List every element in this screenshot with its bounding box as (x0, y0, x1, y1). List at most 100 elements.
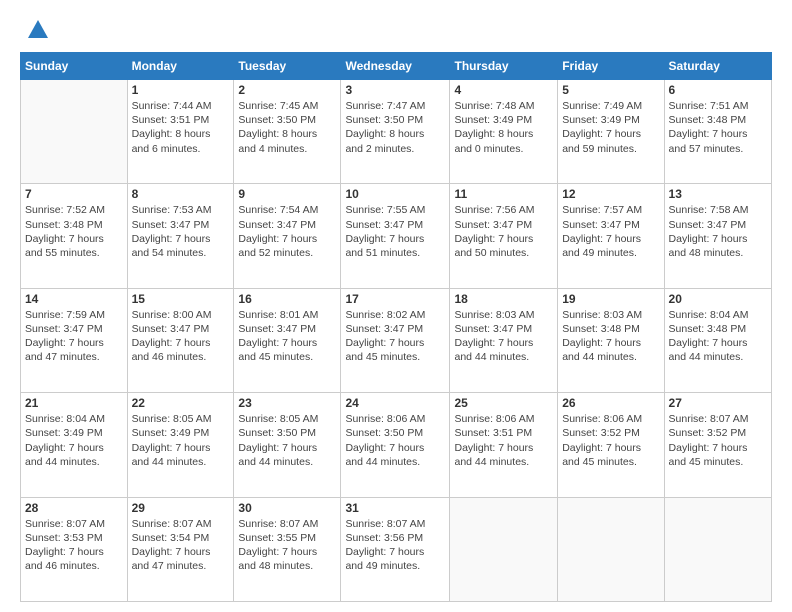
day-number: 19 (562, 292, 659, 306)
calendar-week-4: 21 Sunrise: 8:04 AM Sunset: 3:49 PM Dayli… (21, 393, 772, 497)
calendar-cell: 4Sunrise: 7:48 AM Sunset: 3:49 PM Daylig… (450, 80, 558, 184)
calendar-cell: 3 Sunrise: 7:47 AM Sunset: 3:50 PM Daylig… (341, 80, 450, 184)
day-number: 14 (25, 292, 123, 306)
calendar-cell: 31 Sunrise: 8:07 AM Sunset: 3:56 PM Dayli… (341, 497, 450, 601)
day-info: Sunrise: 8:07 AM Sunset: 3:55 PM Dayligh… (238, 517, 336, 574)
page: SundayMondayTuesdayWednesdayThursdayFrid… (0, 0, 792, 612)
day-number: 29 (132, 501, 230, 515)
calendar-cell: 28Sunrise: 8:07 AM Sunset: 3:53 PM Dayli… (21, 497, 128, 601)
calendar-cell: 20Sunrise: 8:04 AM Sunset: 3:48 PM Dayli… (664, 288, 771, 392)
day-number: 16 (238, 292, 336, 306)
day-info: Sunrise: 8:04 AM Sunset: 3:48 PM Dayligh… (669, 308, 767, 365)
day-info: Sunrise: 8:01 AM Sunset: 3:47 PM Dayligh… (238, 308, 336, 365)
column-header-saturday: Saturday (664, 53, 771, 80)
day-number: 2 (238, 83, 336, 97)
calendar-cell: 6 Sunrise: 7:51 AM Sunset: 3:48 PM Daylig… (664, 80, 771, 184)
day-number: 22 (132, 396, 230, 410)
calendar-cell (558, 497, 664, 601)
calendar-cell: 17Sunrise: 8:02 AM Sunset: 3:47 PM Dayli… (341, 288, 450, 392)
day-info: Sunrise: 7:55 AM Sunset: 3:47 PM Dayligh… (345, 203, 445, 260)
calendar-cell: 14 Sunrise: 7:59 AM Sunset: 3:47 PM Dayli… (21, 288, 128, 392)
calendar-week-1: 1 Sunrise: 7:44 AM Sunset: 3:51 PM Daylig… (21, 80, 772, 184)
day-info: Sunrise: 8:05 AM Sunset: 3:50 PM Dayligh… (238, 412, 336, 469)
calendar-cell (21, 80, 128, 184)
day-number: 25 (454, 396, 553, 410)
logo (20, 16, 52, 44)
day-info: Sunrise: 7:52 AM Sunset: 3:48 PM Dayligh… (25, 203, 123, 260)
day-number: 28 (25, 501, 123, 515)
day-number: 9 (238, 187, 336, 201)
header (20, 16, 772, 44)
day-number: 11 (454, 187, 553, 201)
column-header-friday: Friday (558, 53, 664, 80)
day-number: 10 (345, 187, 445, 201)
day-number: 7 (25, 187, 123, 201)
day-number: 8 (132, 187, 230, 201)
day-number: 5 (562, 83, 659, 97)
day-info: Sunrise: 7:59 AM Sunset: 3:47 PM Dayligh… (25, 308, 123, 365)
day-number: 30 (238, 501, 336, 515)
day-info: Sunrise: 8:03 AM Sunset: 3:47 PM Dayligh… (454, 308, 553, 365)
day-info: Sunrise: 7:49 AM Sunset: 3:49 PM Dayligh… (562, 99, 659, 156)
calendar-cell: 30 Sunrise: 8:07 AM Sunset: 3:55 PM Dayli… (234, 497, 341, 601)
day-info: Sunrise: 7:54 AM Sunset: 3:47 PM Dayligh… (238, 203, 336, 260)
calendar-cell: 13Sunrise: 7:58 AM Sunset: 3:47 PM Dayli… (664, 184, 771, 288)
column-header-monday: Monday (127, 53, 234, 80)
day-number: 27 (669, 396, 767, 410)
calendar-cell: 29 Sunrise: 8:07 AM Sunset: 3:54 PM Dayli… (127, 497, 234, 601)
calendar-cell: 7 Sunrise: 7:52 AM Sunset: 3:48 PM Daylig… (21, 184, 128, 288)
day-number: 24 (345, 396, 445, 410)
day-info: Sunrise: 7:53 AM Sunset: 3:47 PM Dayligh… (132, 203, 230, 260)
column-header-tuesday: Tuesday (234, 53, 341, 80)
column-header-sunday: Sunday (21, 53, 128, 80)
calendar-cell: 5 Sunrise: 7:49 AM Sunset: 3:49 PM Daylig… (558, 80, 664, 184)
day-number: 26 (562, 396, 659, 410)
calendar-cell: 24Sunrise: 8:06 AM Sunset: 3:50 PM Dayli… (341, 393, 450, 497)
day-info: Sunrise: 8:07 AM Sunset: 3:54 PM Dayligh… (132, 517, 230, 574)
day-info: Sunrise: 8:07 AM Sunset: 3:56 PM Dayligh… (345, 517, 445, 574)
day-info: Sunrise: 7:51 AM Sunset: 3:48 PM Dayligh… (669, 99, 767, 156)
calendar-cell: 10 Sunrise: 7:55 AM Sunset: 3:47 PM Dayli… (341, 184, 450, 288)
logo-icon (24, 16, 52, 44)
calendar-cell: 15Sunrise: 8:00 AM Sunset: 3:47 PM Dayli… (127, 288, 234, 392)
day-number: 18 (454, 292, 553, 306)
day-info: Sunrise: 8:04 AM Sunset: 3:49 PM Dayligh… (25, 412, 123, 469)
calendar-cell: 21 Sunrise: 8:04 AM Sunset: 3:49 PM Dayli… (21, 393, 128, 497)
column-header-thursday: Thursday (450, 53, 558, 80)
day-info: Sunrise: 8:07 AM Sunset: 3:52 PM Dayligh… (669, 412, 767, 469)
day-number: 6 (669, 83, 767, 97)
calendar-cell: 22 Sunrise: 8:05 AM Sunset: 3:49 PM Dayli… (127, 393, 234, 497)
calendar-cell: 1 Sunrise: 7:44 AM Sunset: 3:51 PM Daylig… (127, 80, 234, 184)
day-info: Sunrise: 8:02 AM Sunset: 3:47 PM Dayligh… (345, 308, 445, 365)
day-info: Sunrise: 7:47 AM Sunset: 3:50 PM Dayligh… (345, 99, 445, 156)
calendar-cell: 27 Sunrise: 8:07 AM Sunset: 3:52 PM Dayli… (664, 393, 771, 497)
day-number: 1 (132, 83, 230, 97)
calendar-cell: 11 Sunrise: 7:56 AM Sunset: 3:47 PM Dayli… (450, 184, 558, 288)
calendar-cell: 19 Sunrise: 8:03 AM Sunset: 3:48 PM Dayli… (558, 288, 664, 392)
calendar-week-2: 7 Sunrise: 7:52 AM Sunset: 3:48 PM Daylig… (21, 184, 772, 288)
day-info: Sunrise: 7:44 AM Sunset: 3:51 PM Dayligh… (132, 99, 230, 156)
calendar-cell: 25Sunrise: 8:06 AM Sunset: 3:51 PM Dayli… (450, 393, 558, 497)
calendar-table: SundayMondayTuesdayWednesdayThursdayFrid… (20, 52, 772, 602)
calendar-cell: 8 Sunrise: 7:53 AM Sunset: 3:47 PM Daylig… (127, 184, 234, 288)
day-info: Sunrise: 8:00 AM Sunset: 3:47 PM Dayligh… (132, 308, 230, 365)
calendar-cell: 16 Sunrise: 8:01 AM Sunset: 3:47 PM Dayli… (234, 288, 341, 392)
calendar-cell: 9 Sunrise: 7:54 AM Sunset: 3:47 PM Daylig… (234, 184, 341, 288)
day-number: 31 (345, 501, 445, 515)
day-number: 23 (238, 396, 336, 410)
day-number: 21 (25, 396, 123, 410)
calendar-cell (664, 497, 771, 601)
calendar-cell (450, 497, 558, 601)
day-info: Sunrise: 8:05 AM Sunset: 3:49 PM Dayligh… (132, 412, 230, 469)
day-info: Sunrise: 7:57 AM Sunset: 3:47 PM Dayligh… (562, 203, 659, 260)
day-number: 3 (345, 83, 445, 97)
day-number: 4 (454, 83, 553, 97)
column-header-wednesday: Wednesday (341, 53, 450, 80)
day-number: 13 (669, 187, 767, 201)
day-info: Sunrise: 7:45 AM Sunset: 3:50 PM Dayligh… (238, 99, 336, 156)
calendar-cell: 18 Sunrise: 8:03 AM Sunset: 3:47 PM Dayli… (450, 288, 558, 392)
calendar-cell: 26Sunrise: 8:06 AM Sunset: 3:52 PM Dayli… (558, 393, 664, 497)
day-number: 12 (562, 187, 659, 201)
day-info: Sunrise: 8:03 AM Sunset: 3:48 PM Dayligh… (562, 308, 659, 365)
day-info: Sunrise: 7:56 AM Sunset: 3:47 PM Dayligh… (454, 203, 553, 260)
